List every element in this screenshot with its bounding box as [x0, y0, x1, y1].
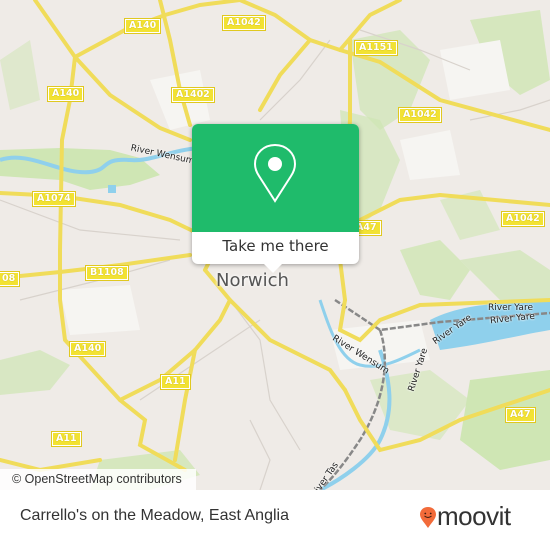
- road-label: A1042: [222, 15, 266, 31]
- road-label: A11: [160, 374, 191, 390]
- popup-header: [192, 124, 359, 232]
- road-label: 08: [0, 271, 21, 287]
- moovit-smiley-pin-icon: [420, 507, 436, 528]
- road-label: A1042: [501, 211, 545, 227]
- road-label: B1108: [85, 265, 129, 281]
- road-label: A1042: [398, 107, 442, 123]
- place-title: Carrello's on the Meadow, East Anglia: [20, 507, 289, 524]
- road-label: A1151: [354, 40, 398, 56]
- take-me-there-button[interactable]: Take me there: [192, 232, 359, 264]
- city-label: Norwich: [216, 270, 289, 291]
- road-label: A140: [123, 18, 162, 34]
- road-label: A1074: [32, 191, 76, 207]
- road-label: A140: [68, 341, 107, 357]
- map[interactable]: A140 A1042 A140 A1402 A1151 A1042 A1074 …: [0, 0, 550, 490]
- road-label: A1402: [171, 87, 215, 103]
- moovit-wordmark: moovit: [437, 501, 511, 531]
- popup-tail: [264, 264, 282, 273]
- map-attribution[interactable]: © OpenStreetMap contributors: [0, 469, 196, 490]
- road-label: A47: [505, 407, 536, 423]
- road-label: A11: [51, 431, 82, 447]
- map-pin-icon: [254, 144, 296, 203]
- pond: [108, 185, 116, 193]
- road-label: A140: [46, 86, 85, 102]
- location-popup: Take me there: [192, 124, 359, 273]
